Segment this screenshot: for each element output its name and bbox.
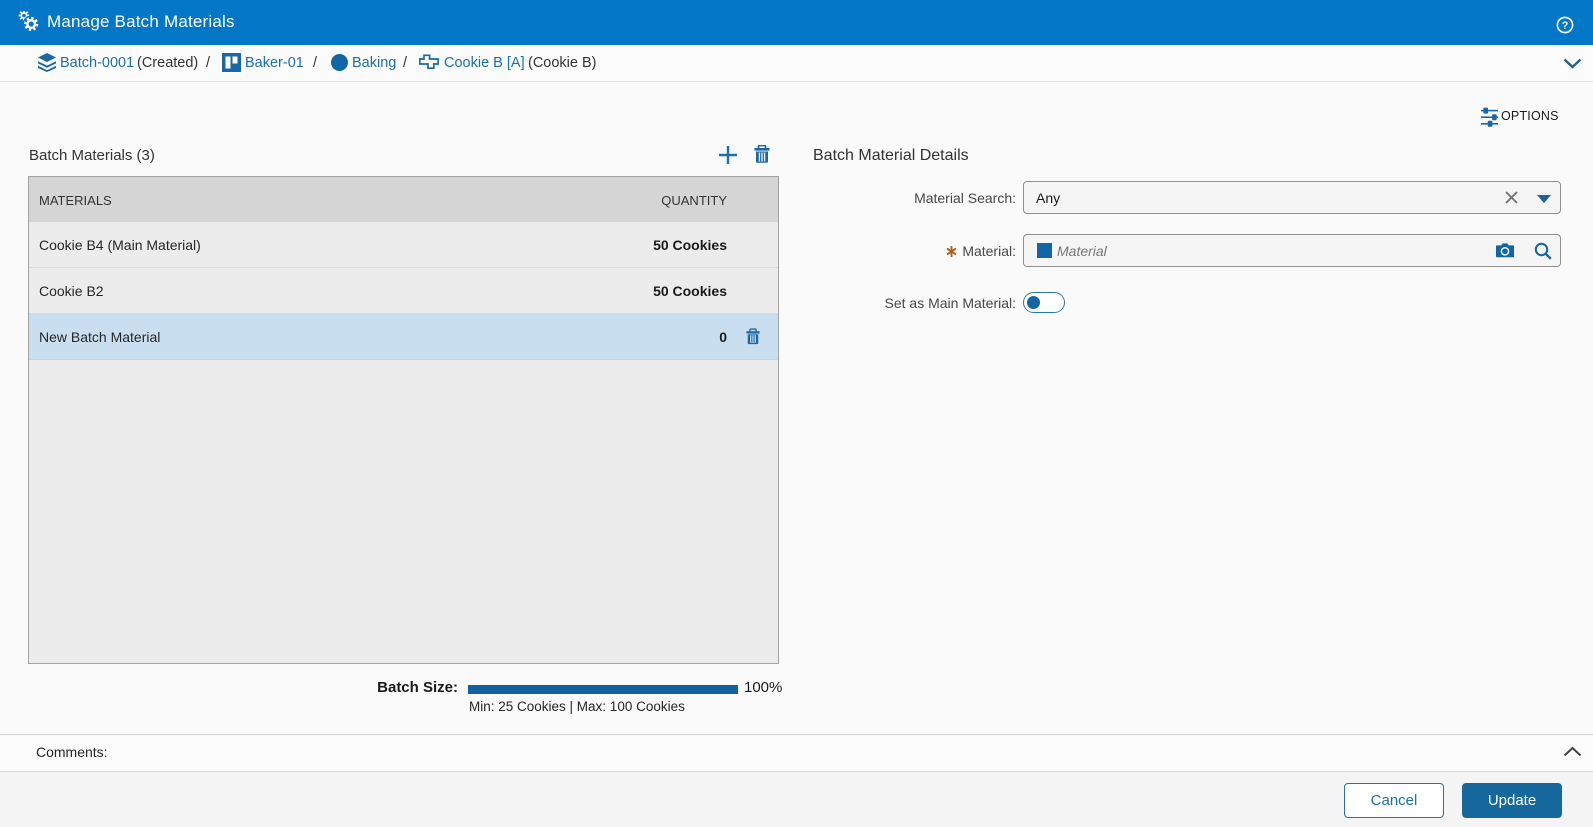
svg-text:?: ? xyxy=(1562,20,1569,32)
